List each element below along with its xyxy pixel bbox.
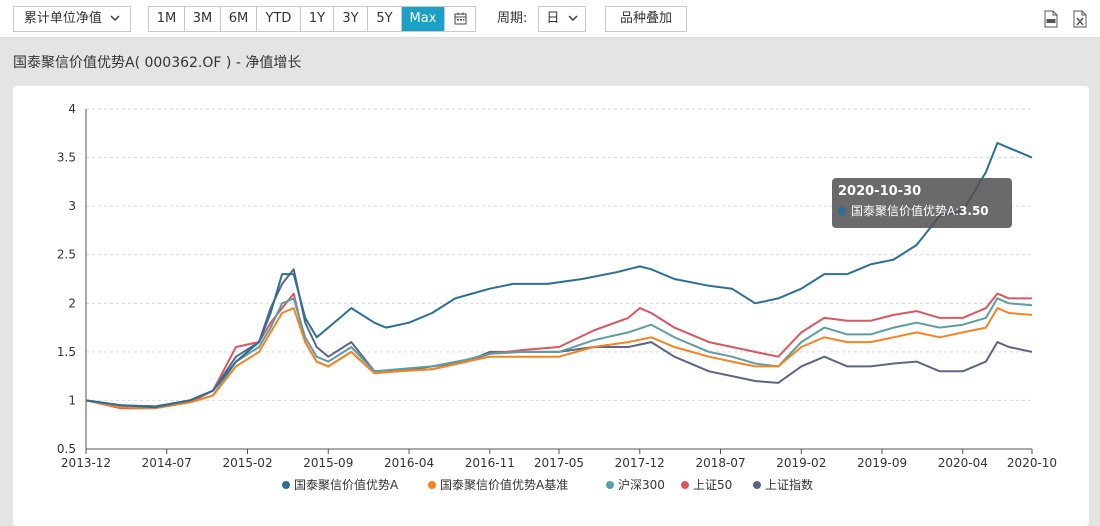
- series-line: [85, 297, 1033, 409]
- x-tick-label: 2017-12: [615, 456, 665, 470]
- x-tick-label: 2020-10: [1007, 456, 1057, 470]
- legend-label: 沪深300: [618, 478, 665, 492]
- y-tick-label: 4: [68, 102, 76, 116]
- x-tick-label: 2014-07: [142, 456, 192, 470]
- x-tick-label: 2019-02: [776, 456, 826, 470]
- x-tick-label: 2017-05: [534, 456, 584, 470]
- series-line: [85, 307, 1033, 410]
- legend-marker: [428, 481, 436, 489]
- x-tick-label: 2020-04: [938, 456, 988, 470]
- legend-label: 上证指数: [765, 477, 813, 492]
- chart-tooltip: 2020-10-30 国泰聚信价值优势A:3.50: [832, 178, 1012, 228]
- legend-marker: [753, 481, 761, 489]
- legend-label: 国泰聚信价值优势A基准: [440, 477, 568, 492]
- tooltip-series-name: 国泰聚信价值优势A: [851, 204, 955, 218]
- tooltip-date: 2020-10-30: [838, 184, 922, 199]
- tooltip-series-dot: [838, 207, 846, 215]
- tooltip-value: 3.50: [959, 204, 989, 218]
- legend-marker: [282, 481, 290, 489]
- x-tick-label: 2016-04: [384, 456, 434, 470]
- y-tick-label: 2: [68, 296, 76, 310]
- x-tick-label: 2015-02: [222, 456, 272, 470]
- x-tick-label: 2019-09: [857, 456, 907, 470]
- y-tick-label: 3: [68, 199, 76, 213]
- legend-marker: [606, 481, 614, 489]
- x-tick-label: 2018-07: [695, 456, 745, 470]
- x-tick-label: 2013-12: [61, 456, 111, 470]
- legend-label: 上证50: [693, 478, 732, 492]
- nav-growth-chart: 0.5 1 1.5 2 2.5 3 3.5 4 2013-12 2014-07 2015-02 201…: [57, 102, 1057, 492]
- y-tick-label: 1: [68, 393, 76, 407]
- y-tick-label: 3.5: [57, 151, 76, 165]
- x-tick-label: 2015-09: [303, 456, 353, 470]
- x-tick-label: 2016-11: [465, 456, 515, 470]
- y-tick-label: 1.5: [57, 345, 76, 359]
- legend-label: 国泰聚信价值优势A: [294, 477, 399, 492]
- y-tick-label: 0.5: [57, 442, 76, 456]
- y-tick-label: 2.5: [57, 248, 76, 262]
- tooltip-row: 国泰聚信价值优势A:3.50: [838, 201, 1006, 221]
- legend-marker: [681, 481, 689, 489]
